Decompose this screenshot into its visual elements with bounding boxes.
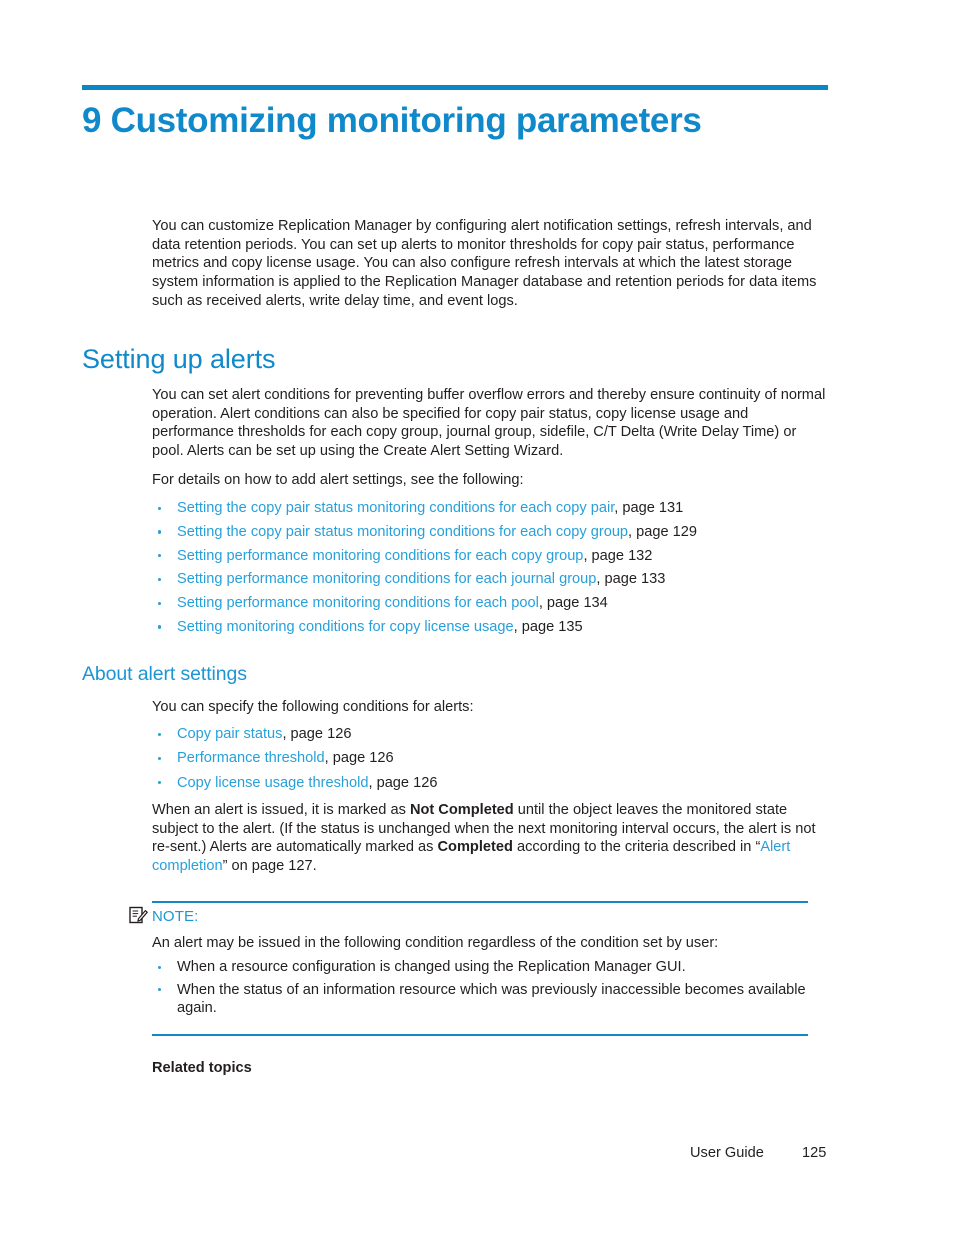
setting-up-alerts-link-1[interactable]: Setting the copy pair status monitoring … <box>177 500 614 516</box>
chapter-top-rule <box>82 85 828 90</box>
note-leadin-block: An alert may be issued in the following … <box>152 934 830 953</box>
status-completed: Completed <box>437 839 513 856</box>
note-icon <box>129 906 148 925</box>
footer-guide-label: User Guide <box>690 1145 764 1161</box>
setting-up-alerts-link-6[interactable]: Setting monitoring conditions for copy l… <box>177 619 514 635</box>
setting-up-alerts-paragraph: You can set alert conditions for prevent… <box>152 387 826 460</box>
list-item: Setting the copy pair status monitoring … <box>152 499 830 518</box>
list-item: Setting performance monitoring condition… <box>152 594 830 613</box>
intro-paragraph: You can customize Replication Manager by… <box>152 218 817 309</box>
note-bullet-text-2: When the status of an information resour… <box>177 981 806 1017</box>
setting-up-alerts-pageref-2: , page 129 <box>628 523 698 540</box>
setting-up-alerts-leadin-block: For details on how to add alert settings… <box>152 471 830 490</box>
bullet-dot-icon <box>158 530 162 534</box>
bullet-dot-icon <box>158 756 162 761</box>
setting-up-alerts-pageref-5: , page 134 <box>538 595 608 612</box>
setting-up-alerts-pageref-3: , page 132 <box>583 547 653 564</box>
bullet-dot-icon <box>158 965 162 969</box>
note-lead-in: An alert may be issued in the following … <box>152 935 719 951</box>
setting-up-alerts-link-list-block: Setting the copy pair status monitoring … <box>152 499 830 642</box>
list-item: Copy license usage threshold, page 126 <box>152 774 830 793</box>
section-heading-about-alert-settings: About alert settings <box>82 663 247 685</box>
bullet-dot-icon <box>158 625 162 629</box>
note-bullet-list: When a resource configuration is changed… <box>152 958 830 1018</box>
setting-up-alerts-block: You can set alert conditions for prevent… <box>152 386 830 461</box>
about-alert-settings-link-list-block: Copy pair status, page 126 Performance th… <box>152 725 830 798</box>
bullet-dot-icon <box>158 732 162 736</box>
setting-up-alerts-lead-in: For details on how to add alert settings… <box>152 472 524 488</box>
setting-up-alerts-link-3[interactable]: Setting performance monitoring condition… <box>177 548 583 564</box>
setting-up-alerts-link-4[interactable]: Setting performance monitoring condition… <box>177 571 596 587</box>
document-page: 9 Customizing monitoring parameters You … <box>0 0 954 1235</box>
setting-up-alerts-pageref-1: , page 131 <box>614 500 684 516</box>
about-alert-settings-link-3[interactable]: Copy license usage threshold <box>177 775 368 791</box>
related-topics-heading: Related topics <box>152 1060 252 1076</box>
about-alert-settings-pageref-2: , page 126 <box>324 750 394 767</box>
list-item: Copy pair status, page 126 <box>152 725 830 744</box>
about-alert-settings-leadin-block: You can specify the following conditions… <box>152 698 830 717</box>
about-alert-settings-link-list: Copy pair status, page 126 Performance th… <box>152 725 830 792</box>
bullet-dot-icon <box>158 781 162 785</box>
list-item: Setting monitoring conditions for copy l… <box>152 618 830 637</box>
about-alert-settings-pageref-1: , page 126 <box>282 726 352 742</box>
footer-page-number: 125 <box>802 1145 827 1161</box>
about-alert-settings-link-1[interactable]: Copy pair status <box>177 726 282 742</box>
bullet-dot-icon <box>158 988 162 992</box>
about-alert-settings-pageref-3: , page 126 <box>368 774 438 791</box>
note-bullet-text-1: When a resource configuration is changed… <box>177 959 686 975</box>
setting-up-alerts-link-5[interactable]: Setting performance monitoring condition… <box>177 595 539 611</box>
section-heading-setting-up-alerts: Setting up alerts <box>82 344 276 374</box>
list-item: Setting performance monitoring condition… <box>152 570 830 589</box>
note-bullet-block: When a resource configuration is changed… <box>152 958 830 1022</box>
alert-completion-paragraph: When an alert is issued, it is marked as… <box>152 801 830 876</box>
setting-up-alerts-pageref-6: , page 135 <box>513 618 583 635</box>
bullet-dot-icon <box>158 554 162 558</box>
about-alert-settings-lead-in: You can specify the following conditions… <box>152 699 474 715</box>
setting-up-alerts-link-2[interactable]: Setting the copy pair status monitoring … <box>177 524 628 540</box>
bullet-dot-icon <box>158 577 162 582</box>
list-item: Setting performance monitoring condition… <box>152 547 830 566</box>
chapter-title: 9 Customizing monitoring parameters <box>82 101 702 140</box>
about-alert-settings-link-2[interactable]: Performance threshold <box>177 750 325 766</box>
note-label: NOTE: <box>152 908 199 925</box>
intro-block: You can customize Replication Manager by… <box>152 217 830 311</box>
alert-paragraph-text-4: ” on page 127. <box>222 858 317 875</box>
list-item: When a resource configuration is changed… <box>152 958 830 977</box>
bullet-dot-icon <box>158 506 162 510</box>
note-bottom-rule <box>152 1034 808 1036</box>
list-item: When the status of an information resour… <box>152 981 830 1018</box>
list-item: Setting the copy pair status monitoring … <box>152 523 830 542</box>
alert-completion-paragraph-block: When an alert is issued, it is marked as… <box>152 801 830 876</box>
status-not-completed: Not Completed <box>409 802 514 818</box>
alert-paragraph-text-1: When an alert is issued, it is marked as <box>152 802 410 818</box>
list-item: Performance threshold, page 126 <box>152 749 830 768</box>
setting-up-alerts-pageref-4: , page 133 <box>596 571 666 588</box>
note-top-rule <box>152 901 808 903</box>
bullet-dot-icon <box>158 601 162 606</box>
setting-up-alerts-link-list: Setting the copy pair status monitoring … <box>152 499 830 636</box>
alert-paragraph-text-3: according to the criteria described in “ <box>512 839 761 856</box>
